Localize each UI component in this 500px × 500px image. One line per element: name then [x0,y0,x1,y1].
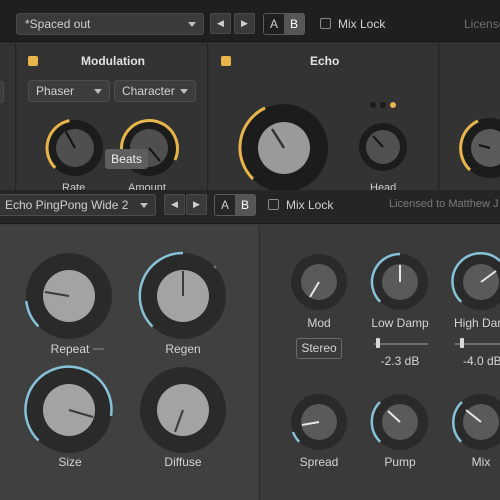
spread-knob[interactable] [291,394,347,450]
mix-knob[interactable] [452,394,500,450]
repeat-knob[interactable] [25,253,112,339]
size-label: Size [58,455,82,469]
diffuse-knob[interactable] [140,367,226,453]
high-damp-value: -4.0 dB [463,354,500,368]
high-damp-label: High Damp [454,316,500,330]
diffuse-label: Diffuse [164,455,202,469]
high-damp-slider-thumb[interactable] [460,338,464,348]
pump-knob[interactable] [370,394,428,450]
low-damp-label: Low Damp [371,316,429,330]
low-damp-slider[interactable] [374,343,428,345]
mod-knob[interactable] [291,254,347,310]
repeat-label: Repeat [50,342,90,356]
regen-label: Regen [165,342,201,356]
regen-knob[interactable] [138,251,226,339]
front-knobs-layer [24,251,500,453]
low-damp-slider-thumb[interactable] [376,338,380,348]
stereo-button[interactable]: Stereo [296,338,342,359]
mix-label: Mix [471,455,491,469]
size-knob[interactable] [24,365,113,453]
high-damp-knob[interactable] [451,252,500,310]
low-damp-knob[interactable] [370,252,428,310]
beats-button[interactable]: Beats [105,149,148,169]
low-damp-value: -2.3 dB [380,354,420,368]
